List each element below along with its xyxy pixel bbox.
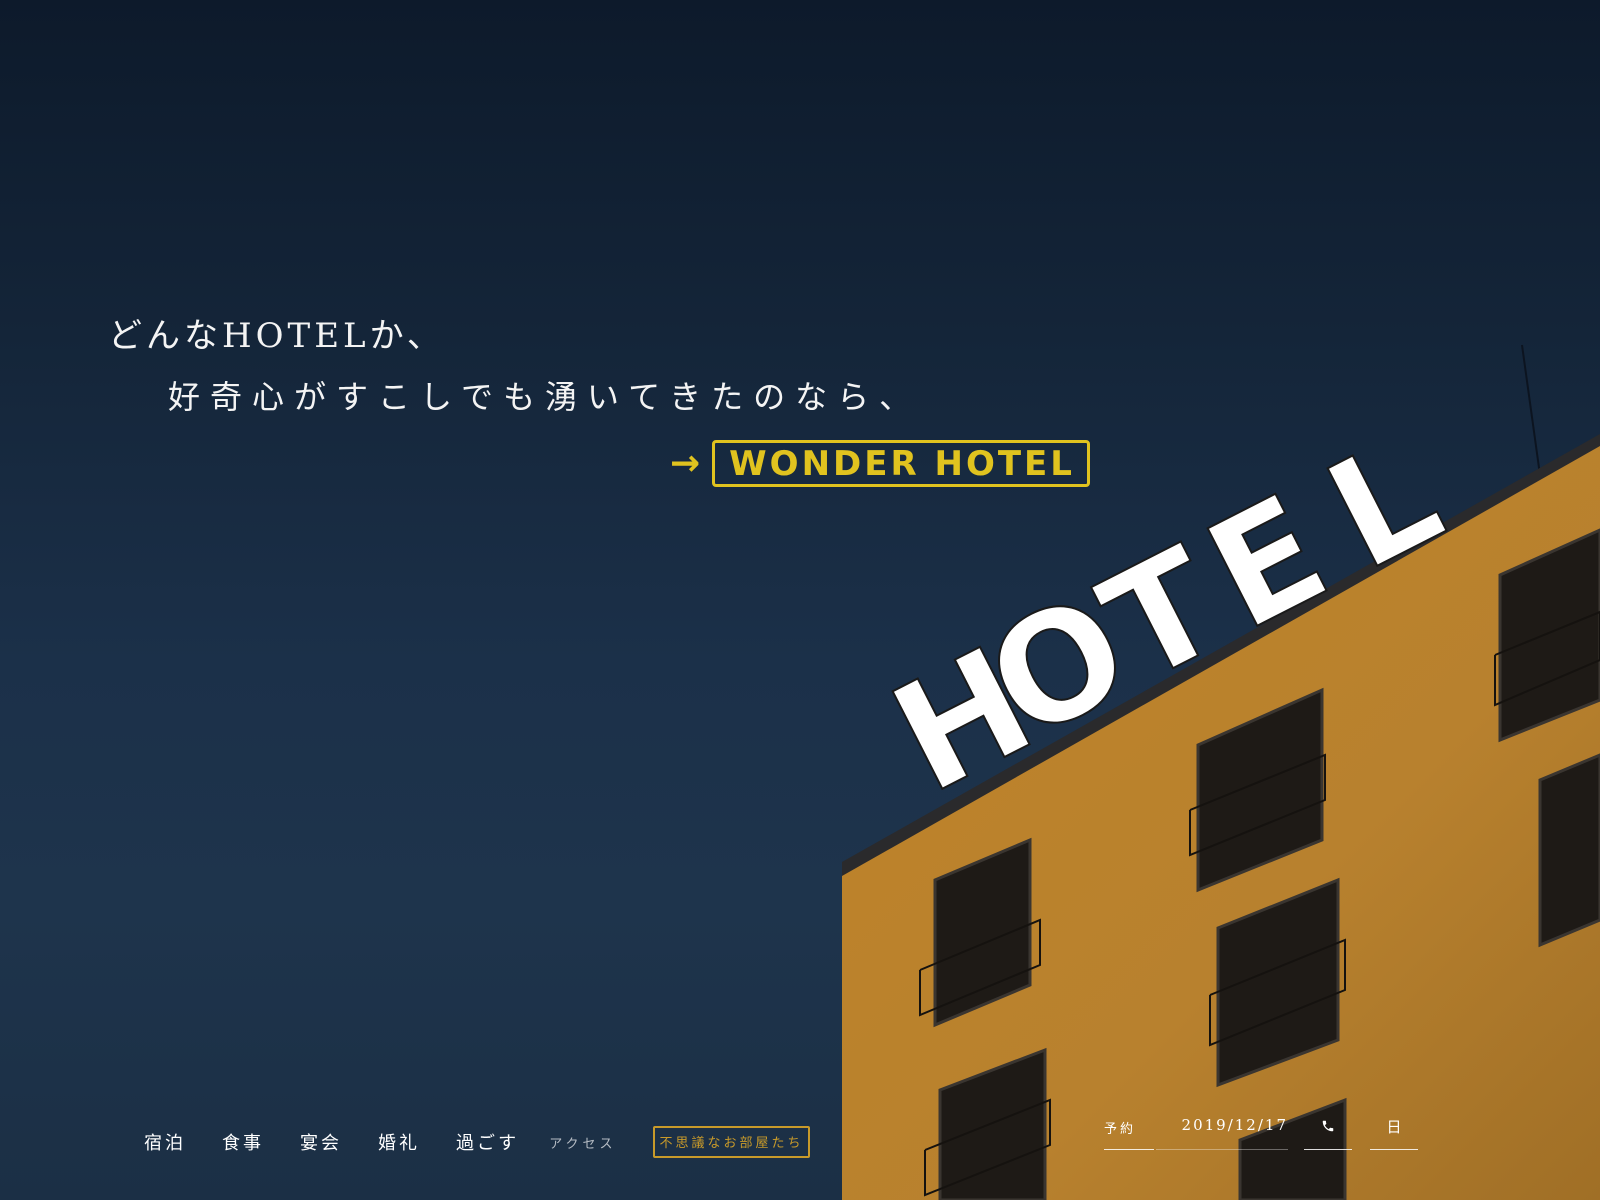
phone-icon: [1322, 1120, 1334, 1132]
arrow-right-icon: →: [670, 442, 701, 484]
nav-item-stay[interactable]: 宿泊: [144, 1129, 186, 1155]
nav-item-dining[interactable]: 食事: [222, 1129, 264, 1155]
wonder-hotel-button[interactable]: WONDER HOTEL: [712, 440, 1090, 487]
nav-item-banquet[interactable]: 宴会: [300, 1129, 342, 1155]
wonder-hotel-link[interactable]: → WONDER HOTEL: [670, 440, 1090, 487]
main-nav: 宿泊 食事 宴会 婚礼 過ごす アクセス 不思議なお部屋たち: [144, 1126, 846, 1158]
nav-item-special-rooms[interactable]: 不思議なお部屋たち: [652, 1126, 810, 1158]
hotel-building-image: H O T E L: [842, 344, 1600, 1200]
nav-item-access[interactable]: アクセス: [549, 1133, 616, 1152]
booking-label: 予約: [1104, 1110, 1154, 1150]
nav-item-spend-time[interactable]: 過ごす: [456, 1129, 519, 1155]
nav-item-wedding[interactable]: 婚礼: [378, 1129, 420, 1155]
booking-day-button[interactable]: 日: [1370, 1110, 1418, 1150]
booking-phone-button[interactable]: [1304, 1110, 1352, 1150]
hero-background: H O T E L: [0, 0, 1600, 1200]
booking-date-field[interactable]: 2019/12/17: [1156, 1110, 1288, 1150]
